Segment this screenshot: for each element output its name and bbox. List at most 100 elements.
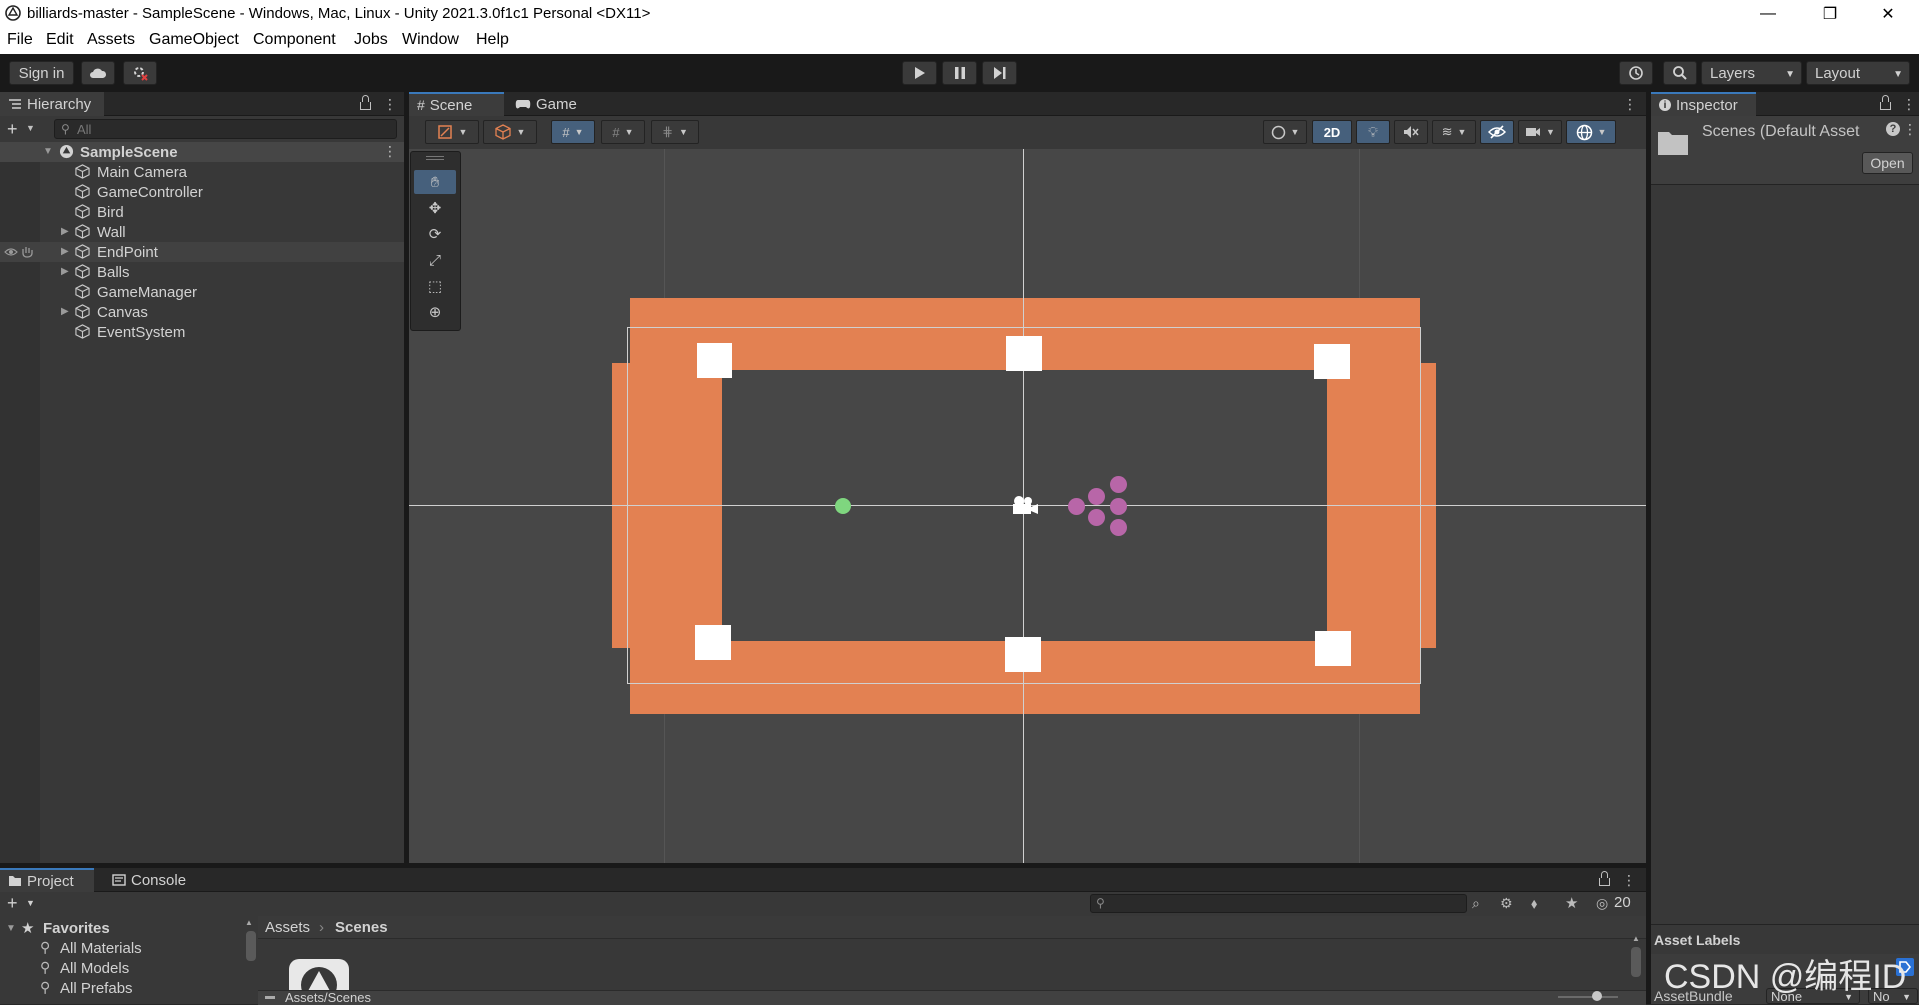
breadcrumb-scenes[interactable]: Scenes — [335, 919, 388, 936]
lock-icon[interactable] — [360, 95, 371, 110]
endpoint-pocket[interactable] — [1314, 344, 1350, 379]
ball[interactable] — [1110, 498, 1127, 515]
close-button[interactable]: ✕ — [1865, 0, 1911, 27]
tree-scrollbar-thumb[interactable] — [246, 931, 256, 961]
menu-jobs[interactable]: Jobs — [354, 31, 388, 49]
scene-view-options-dropdown[interactable]: ▼ — [1263, 120, 1307, 144]
open-button[interactable]: Open — [1862, 152, 1913, 174]
scene-view[interactable] — [409, 149, 1646, 868]
scroll-up-arrow-icon[interactable]: ▲ — [1632, 934, 1640, 943]
hierarchy-item-gamemanager[interactable]: GameManager — [0, 282, 404, 302]
hierarchy-item-endpoint[interactable]: ▶ EndPoint — [0, 242, 404, 262]
collapsed-arrow-icon[interactable]: ▶ — [61, 306, 69, 317]
favorite-star-icon[interactable]: ★ — [1565, 894, 1578, 912]
hierarchy-item-balls[interactable]: ▶ Balls — [0, 262, 404, 282]
rect-tool[interactable]: ⬚ — [414, 274, 456, 298]
minimize-button[interactable]: — — [1745, 0, 1791, 27]
pause-button[interactable] — [942, 61, 977, 85]
hierarchy-item-canvas[interactable]: ▶ Canvas — [0, 302, 404, 322]
breadcrumb-assets[interactable]: Assets — [265, 919, 310, 936]
tab-console[interactable]: Console — [104, 868, 204, 892]
history-button[interactable] — [1619, 61, 1653, 85]
kebab-menu-icon[interactable]: ⋮ — [383, 96, 397, 113]
hand-tool[interactable]: ✋︎ — [414, 170, 456, 194]
hierarchy-search-input[interactable]: ⚲ All — [54, 119, 397, 139]
ball[interactable] — [1088, 509, 1105, 526]
favorite-all-prefabs[interactable]: All Prefabs — [60, 980, 133, 997]
tab-scene[interactable]: # Scene — [409, 92, 504, 116]
favorite-all-models[interactable]: All Models — [60, 960, 129, 977]
menu-help[interactable]: Help — [476, 31, 509, 49]
layout-dropdown[interactable]: Layout ▼ — [1806, 61, 1910, 85]
kebab-menu-icon[interactable]: ⋮ — [383, 143, 397, 160]
sign-in-button[interactable]: Sign in — [9, 61, 74, 85]
menu-assets[interactable]: Assets — [87, 31, 135, 49]
tab-hierarchy[interactable]: Hierarchy — [0, 92, 104, 116]
favorite-all-materials[interactable]: All Materials — [60, 940, 142, 957]
project-search-input[interactable]: ⚲ — [1090, 894, 1467, 913]
ball[interactable] — [1110, 519, 1127, 536]
chevron-down-icon[interactable]: ▼ — [26, 898, 35, 908]
step-button[interactable] — [982, 61, 1017, 85]
zoom-slider-track[interactable] — [1558, 996, 1618, 998]
rotate-tool[interactable]: ⟳ — [414, 222, 456, 246]
chevron-down-icon[interactable]: ▼ — [26, 123, 35, 133]
eye-icon[interactable] — [4, 247, 18, 257]
transform-tool[interactable]: ⊕ — [414, 300, 456, 324]
kebab-menu-icon[interactable]: ⋮ — [1623, 96, 1637, 113]
expanded-arrow-icon[interactable]: ▼ — [43, 146, 53, 157]
hierarchy-item-bird[interactable]: Bird — [0, 202, 404, 222]
menu-file[interactable]: File — [7, 31, 33, 49]
cloud-button[interactable] — [81, 61, 115, 85]
camera-gizmo-icon[interactable] — [1009, 494, 1039, 516]
move-tool[interactable]: ✥ — [414, 196, 456, 220]
kebab-menu-icon[interactable]: ⋮ — [1902, 96, 1916, 113]
effects-dropdown[interactable]: ≋ ▼ — [1432, 120, 1476, 144]
lighting-toggle[interactable]: 💡︎ — [1356, 120, 1390, 144]
favorites-label[interactable]: Favorites — [43, 920, 110, 937]
render-mode-dropdown[interactable]: ▼ — [483, 120, 537, 144]
collapsed-arrow-icon[interactable]: ▶ — [61, 246, 69, 257]
add-icon[interactable]: + — [7, 119, 18, 140]
drag-handle[interactable] — [426, 156, 444, 160]
hierarchy-item-wall[interactable]: ▶ Wall — [0, 222, 404, 242]
lock-icon[interactable] — [1880, 95, 1891, 110]
grid-visibility-toggle[interactable]: ⋕ ▼ — [651, 120, 699, 144]
increment-snap-toggle[interactable]: # ▼ — [601, 120, 645, 144]
help-icon[interactable]: ? — [1886, 122, 1900, 136]
grid-scrollbar-thumb[interactable] — [1631, 947, 1641, 977]
endpoint-pocket[interactable] — [695, 625, 731, 660]
tab-project[interactable]: Project — [0, 868, 94, 892]
hierarchy-item-eventsystem[interactable]: EventSystem — [0, 322, 404, 342]
scroll-up-arrow-icon[interactable]: ▲ — [245, 918, 253, 927]
filter-by-label-icon[interactable]: ⬧ — [1531, 895, 1537, 912]
endpoint-pocket[interactable] — [1315, 631, 1351, 666]
expanded-arrow-icon[interactable]: ▼ — [6, 923, 16, 934]
menu-edit[interactable]: Edit — [46, 31, 74, 49]
endpoint-pocket[interactable] — [1005, 637, 1041, 672]
hierarchy-item-main-camera[interactable]: Main Camera — [0, 162, 404, 182]
collapsed-arrow-icon[interactable]: ▶ — [61, 226, 69, 237]
hierarchy-item-gamecontroller[interactable]: GameController — [0, 182, 404, 202]
ball[interactable] — [1110, 476, 1127, 493]
layers-dropdown[interactable]: Layers ▼ — [1701, 61, 1802, 85]
toggle-2d-button[interactable]: 2D — [1312, 120, 1352, 144]
play-button[interactable] — [902, 61, 937, 85]
grid-snap-toggle[interactable]: # ▼ — [551, 120, 595, 144]
endpoint-pocket[interactable] — [697, 343, 732, 378]
menu-component[interactable]: Component — [253, 31, 336, 49]
zoom-slider-thumb[interactable] — [1592, 991, 1602, 1001]
search-by-type-icon[interactable]: ⌕ — [1472, 895, 1480, 912]
hidden-packages-eye-icon[interactable]: ◎ — [1596, 895, 1608, 912]
lock-icon[interactable] — [1599, 871, 1610, 886]
hidden-objects-toggle[interactable] — [1480, 120, 1514, 144]
ball[interactable] — [1068, 498, 1085, 515]
menu-gameobject[interactable]: GameObject — [149, 31, 239, 49]
maximize-button[interactable]: ❐ — [1807, 0, 1853, 27]
pickable-hand-icon[interactable] — [21, 246, 34, 258]
ball[interactable] — [1088, 488, 1105, 505]
add-icon[interactable]: + — [7, 893, 18, 914]
tab-game[interactable]: Game — [507, 92, 587, 116]
gizmos-dropdown[interactable]: ▼ — [1566, 120, 1616, 144]
scale-tool[interactable]: ⤢ — [414, 248, 456, 272]
